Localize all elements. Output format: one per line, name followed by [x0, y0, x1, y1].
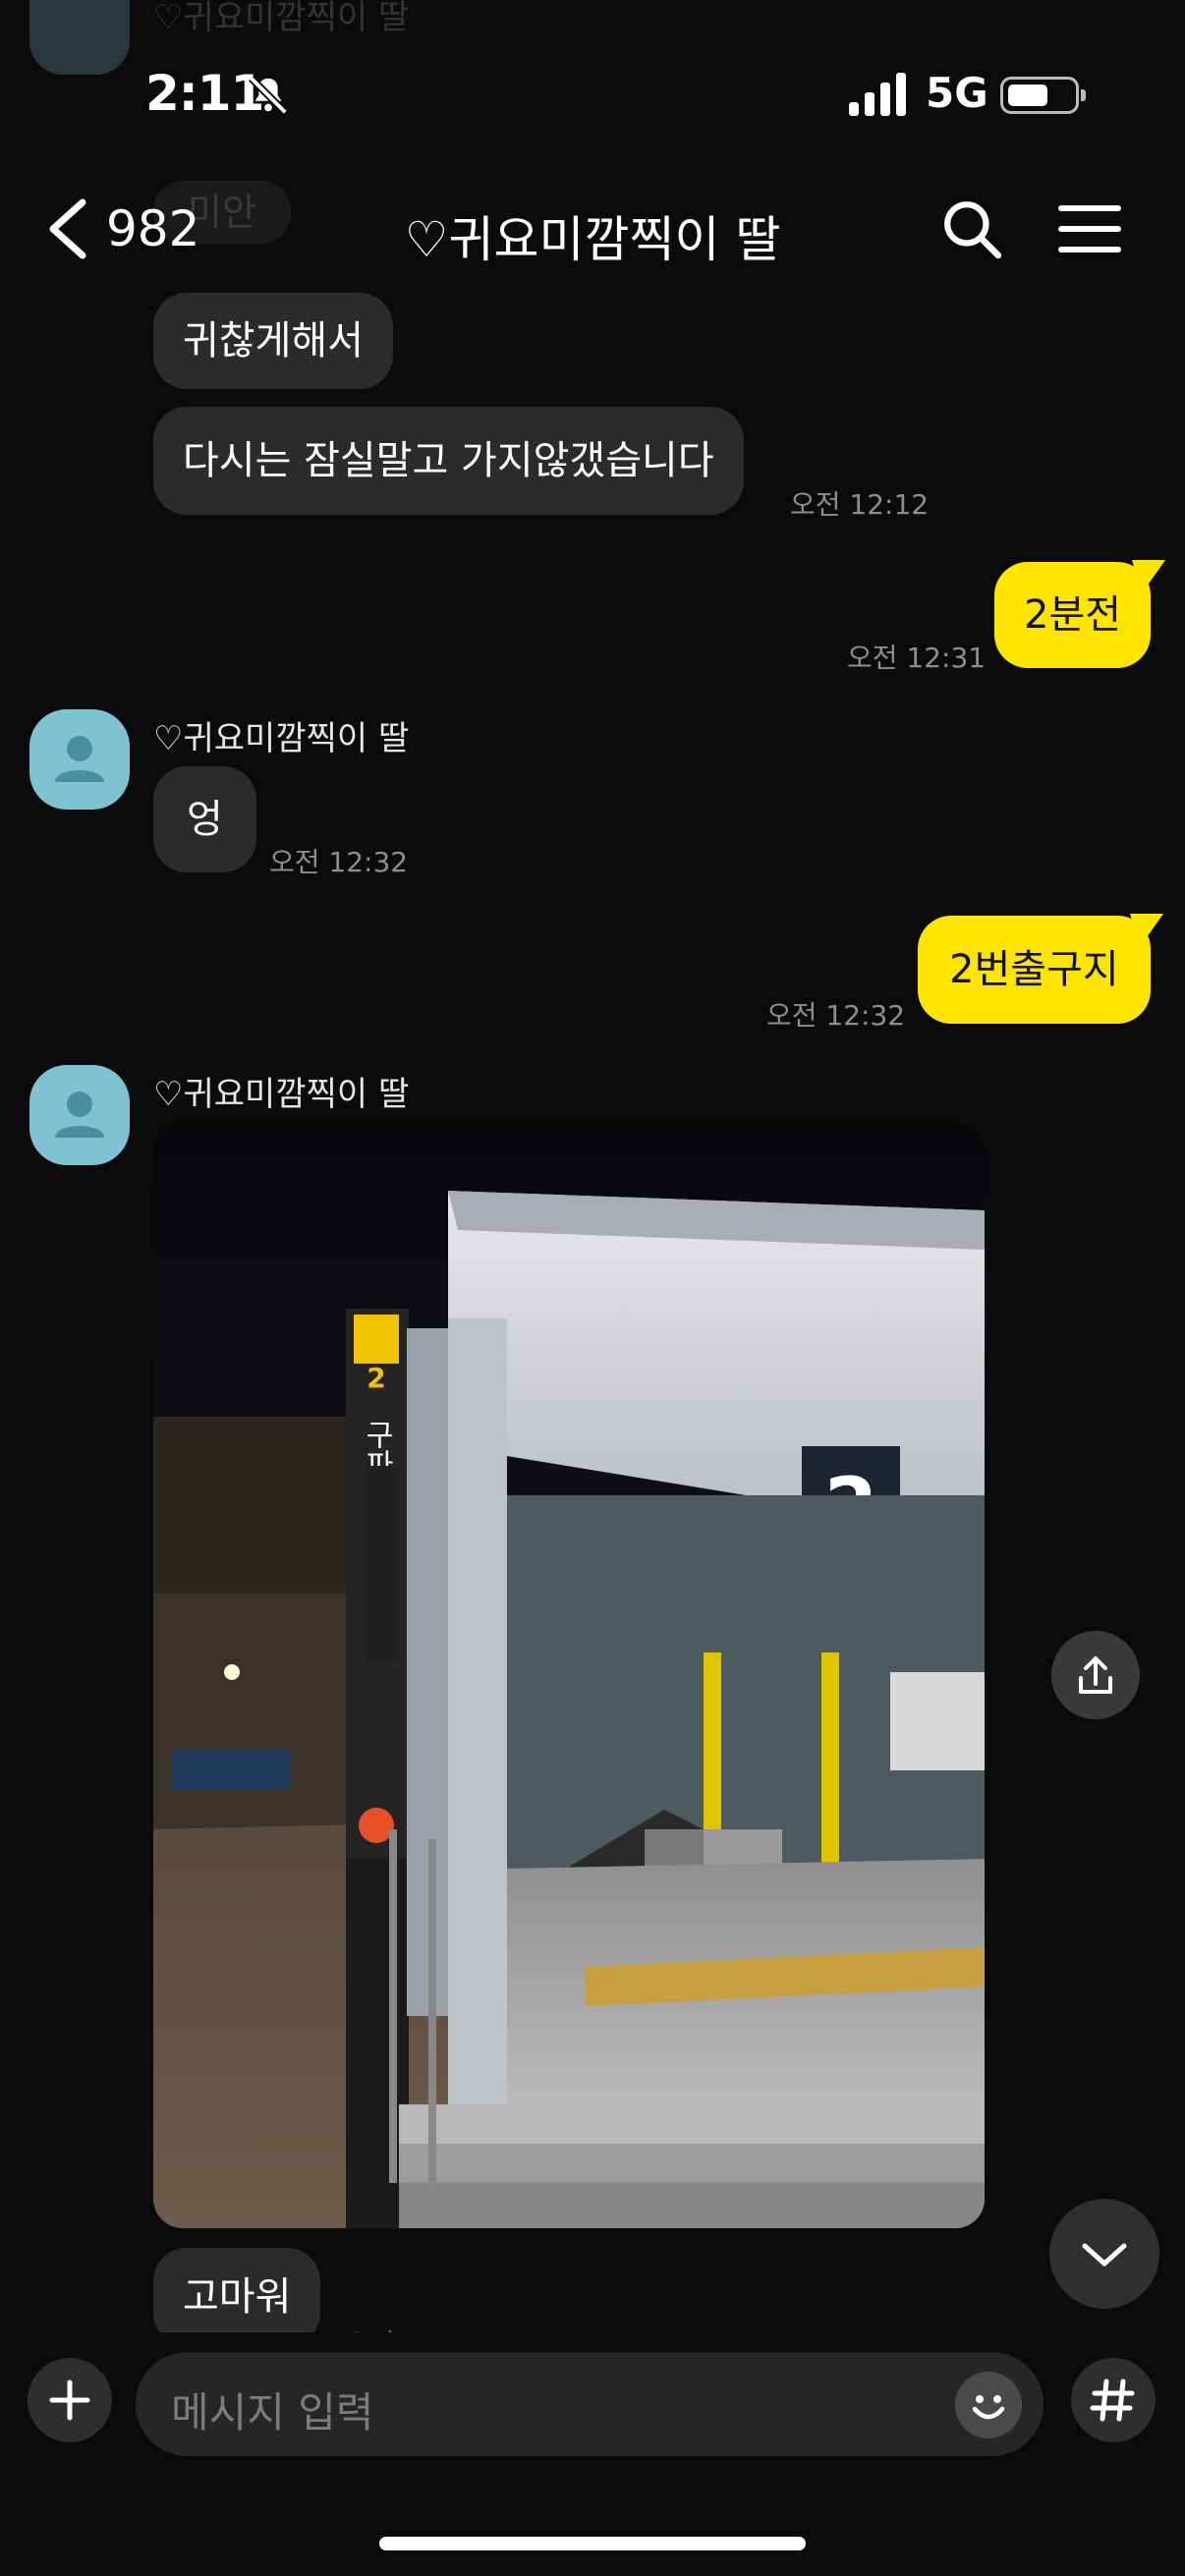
message-input-placeholder: 메시지 입력	[171, 2388, 374, 2436]
home-indicator[interactable]	[379, 2537, 806, 2550]
bubble-tail	[1132, 560, 1165, 593]
search-icon[interactable]	[941, 198, 1002, 259]
attach-button[interactable]	[28, 2358, 112, 2442]
emoji-icon	[972, 2395, 1005, 2420]
bell-slash-icon	[249, 76, 288, 115]
message-bubble[interactable]: 2분전	[994, 562, 1152, 668]
person-icon	[55, 1092, 104, 1138]
network-label: 5G	[926, 69, 988, 117]
previous-sender-name: ♡귀요미깜찍이 딸	[153, 0, 410, 37]
avatar[interactable]	[29, 1065, 130, 1165]
message-time: 오전 12:32	[269, 846, 409, 878]
sender-name: ♡귀요미깜찍이 딸	[153, 1075, 410, 1114]
hash-icon	[1090, 2379, 1135, 2422]
scroll-down-button[interactable]	[1049, 2199, 1159, 2309]
plus-icon	[49, 2380, 90, 2421]
avatar[interactable]	[29, 709, 130, 810]
message-time: 오전 12:31	[847, 642, 987, 674]
signal-icon	[849, 73, 906, 116]
bubble-tail	[1130, 914, 1163, 947]
person-icon	[55, 736, 104, 782]
chevron-down-icon	[1082, 2243, 1127, 2267]
share-button[interactable]	[1051, 1631, 1140, 1719]
message-bubble[interactable]: 엉	[153, 766, 256, 872]
subway-exit-photo[interactable]: 2 구파발 2	[153, 1122, 985, 2228]
share-icon	[1079, 1656, 1112, 1694]
menu-icon[interactable]	[1057, 202, 1122, 255]
message-bubble[interactable]: 귀찮게해서	[153, 293, 393, 389]
hashtag-button[interactable]	[1071, 2358, 1156, 2442]
message-time: 오전 12:12	[790, 488, 930, 521]
message-bubble[interactable]: 다시는 잠실말고 가지않갰습니다	[153, 407, 744, 515]
previous-avatar	[29, 0, 130, 75]
emoji-button[interactable]	[955, 2372, 1022, 2438]
battery-icon	[1000, 77, 1086, 114]
message-input[interactable]: 메시지 입력	[136, 2352, 1044, 2456]
message-bubble[interactable]: 2번출구지	[918, 916, 1151, 1024]
photo-illustration: 2 구파발 2	[153, 1122, 985, 2228]
sender-name: ♡귀요미깜찍이 딸	[153, 719, 410, 758]
message-time: 오전 12:32	[766, 999, 906, 1032]
line-number-text: 2	[367, 1362, 385, 1394]
message-bubble[interactable]: 고마워	[153, 2248, 321, 2346]
chat-title: ♡귀요미깜찍이 딸	[404, 211, 781, 268]
